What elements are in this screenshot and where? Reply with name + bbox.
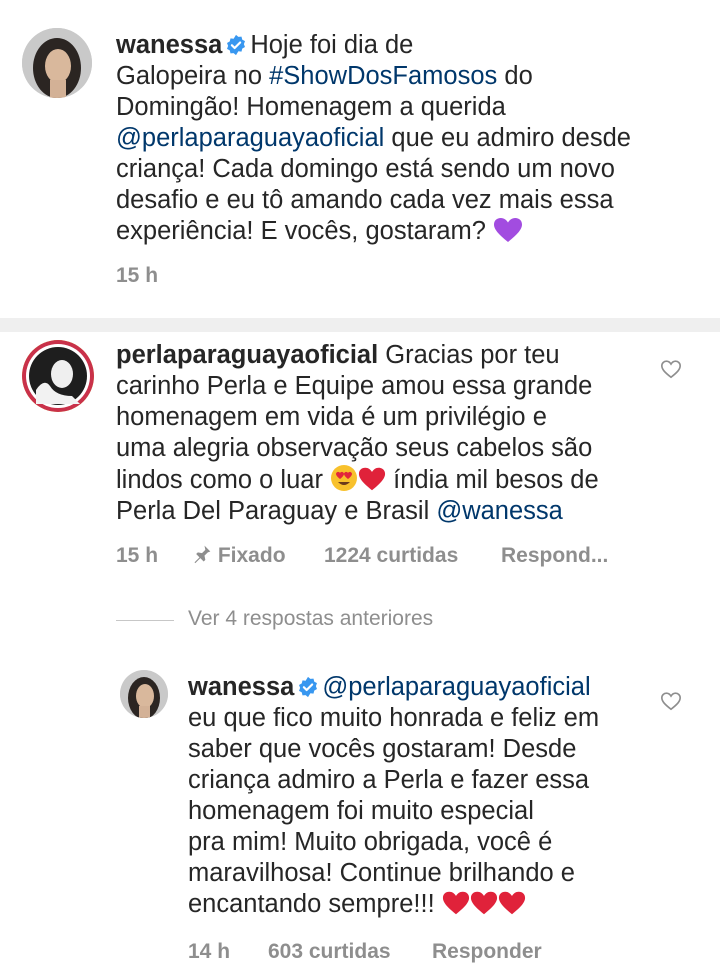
comment-line: Perla Del Paraguay e Brasil: [116, 497, 437, 525]
caption-text: criança! Cada domingo está sendo um novo: [116, 155, 615, 183]
caption-text: Domingão! Homenagem a querida: [116, 93, 506, 121]
avatar-wanessa[interactable]: [22, 28, 92, 98]
caption-text: experiência! E vocês, gostaram?: [116, 217, 486, 245]
caption-text: Galopeira no: [116, 62, 270, 90]
verified-badge-icon: [299, 676, 318, 698]
verified-badge-icon: [227, 34, 246, 56]
red-heart-icon: [470, 891, 497, 915]
pinned-text: Fixado: [217, 544, 286, 567]
reply-username[interactable]: wanessa: [188, 673, 294, 701]
post-meta: 15 h: [116, 264, 316, 290]
post-username[interactable]: wanessa: [116, 31, 222, 59]
comment-likes[interactable]: 1224 curtidas: [324, 544, 458, 568]
mention-link[interactable]: @perlaparaguayaoficial: [116, 124, 384, 152]
comment-line: uma alegria observação seus cabelos são: [116, 434, 593, 462]
reply-reply-button[interactable]: Responder: [432, 940, 542, 964]
replies-line: [116, 620, 174, 621]
reply-meta: 14 h 603 curtidas Responder: [188, 940, 688, 966]
red-heart-icon: [358, 467, 386, 491]
hashtag-link[interactable]: #ShowDosFamosos: [269, 62, 497, 90]
reply-time: 14 h: [188, 940, 231, 963]
purple-heart-icon: [494, 218, 523, 242]
comment-line: carinho Perla e Equipe amou essa grande: [116, 372, 593, 400]
comment-line: Gracias por teu: [378, 341, 560, 369]
comment-username[interactable]: perlaparaguayaoficial: [116, 341, 378, 369]
reply-line: eu que fico muito honrada e feliz em: [188, 704, 600, 732]
like-heart-icon[interactable]: [660, 690, 682, 712]
post-caption: wanessa Hoje foi dia de Galopeira no #Sho…: [116, 30, 696, 247]
post-time: 15 h: [116, 264, 159, 287]
red-heart-icon: [442, 891, 469, 915]
section-divider: [0, 318, 720, 332]
comment-line: índia mil besos de: [386, 466, 599, 494]
caption-text: Hoje foi dia de: [250, 31, 414, 59]
red-heart-icon: [498, 891, 525, 915]
reply-likes[interactable]: 603 curtidas: [268, 940, 391, 964]
avatar-perlaparaguayaoficial[interactable]: [22, 340, 94, 412]
reply-line: criança admiro a Perla e fazer essa: [188, 766, 590, 794]
comment-text: perlaparaguayaoficial Gracias por teu ca…: [116, 340, 656, 527]
caption-text: desafio e eu tô amando cada vez mais ess…: [116, 186, 614, 214]
caption-text: do: [497, 62, 533, 90]
mention-link[interactable]: @perlaparaguayaoficial: [322, 673, 590, 701]
comment-meta: 15 h Fixado 1224 curtidas Respond...: [116, 544, 696, 570]
reply-line: pra mim! Muito obrigada, você é: [188, 828, 553, 856]
reply-line: maravilhosa! Continue brilhando e: [188, 859, 575, 887]
reply-line: saber que vocês gostaram! Desde: [188, 735, 577, 763]
comment-line: homenagem em vida é um privilégio e: [116, 403, 547, 431]
comment-line: lindos como o luar: [116, 466, 331, 494]
reply-line: encantando sempre!!!: [188, 890, 435, 918]
view-replies-button[interactable]: Ver 4 respostas anteriores: [188, 607, 433, 631]
reply-text: wanessa @perlaparaguayaoficial eu que fic…: [188, 672, 648, 920]
comment-time: 15 h: [116, 544, 159, 567]
pinned-label: Fixado: [192, 544, 286, 568]
mention-link[interactable]: @wanessa: [436, 497, 563, 525]
pin-icon: [194, 545, 211, 564]
like-heart-icon[interactable]: [660, 358, 682, 380]
reply-line: homenagem foi muito especial: [188, 797, 534, 825]
avatar-wanessa-reply[interactable]: [120, 670, 168, 718]
caption-text: que eu admiro desde: [384, 124, 631, 152]
comment-reply-button[interactable]: Respond...: [501, 544, 608, 568]
heart-eyes-emoji-icon: [331, 465, 358, 491]
